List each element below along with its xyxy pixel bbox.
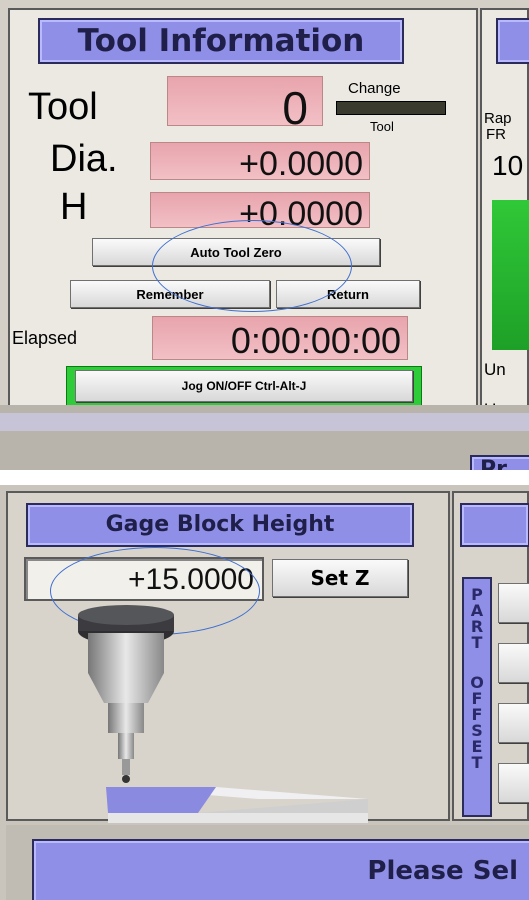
change-tool-label: Tool: [370, 119, 394, 134]
feed-value-partial: 10: [492, 150, 524, 181]
strip-band: [0, 413, 529, 431]
annotation-circle: [152, 220, 352, 312]
feed-bar: [492, 200, 529, 350]
gage-block-frame: Gage Block Height +15.0000 Set Z: [6, 491, 450, 823]
part-offset-vertical-tab: PART OFFSET: [462, 577, 492, 817]
elapsed-label: Elapsed: [12, 328, 78, 348]
tool-info-frame: Tool Information Tool 0 Change Tool Dia.…: [8, 8, 478, 448]
diameter-dro[interactable]: +0.0000: [150, 142, 370, 181]
jog-on-off-button[interactable]: Jog ON/OFF Ctrl-Alt-J: [75, 370, 413, 402]
please-select-banner: Please Sel: [32, 839, 529, 900]
set-z-button[interactable]: Set Z: [272, 559, 408, 597]
vertical-label-offset: OFFSET: [470, 673, 484, 772]
tool-information-panel: Tool Information Tool 0 Change Tool Dia.…: [0, 0, 529, 470]
rapid-label: Rap: [484, 110, 512, 127]
program-title-partial: Pr: [470, 455, 529, 470]
change-label: Change: [348, 80, 401, 97]
fr-label: FR: [486, 126, 506, 143]
lower-strip: Pr: [0, 405, 529, 470]
offset-button-4[interactable]: [498, 763, 529, 803]
tool-number-dro[interactable]: 0: [167, 76, 323, 131]
feedrate-panel-partial: Rap FR 10 Un Un: [480, 8, 529, 419]
banner-area: Please Sel: [6, 825, 529, 900]
part-offset-panel-partial: PART OFFSET: [452, 491, 529, 821]
elapsed-time-dro: 0:00:00:00: [152, 316, 408, 360]
diameter-label: Dia.: [50, 138, 118, 180]
change-tool-led[interactable]: [336, 101, 446, 115]
gage-block-title: Gage Block Height: [26, 503, 414, 547]
offset-button-1[interactable]: [498, 583, 529, 623]
image-divider: [0, 470, 529, 485]
tool-label: Tool: [28, 86, 98, 128]
feedrate-title-partial: [496, 18, 529, 64]
vertical-label-part: PART: [470, 585, 484, 652]
gage-block-panel: Gage Block Height +15.0000 Set Z PART OF…: [0, 485, 529, 900]
offset-button-3[interactable]: [498, 703, 529, 743]
tool-info-title: Tool Information: [38, 18, 404, 64]
height-offset-label: H: [60, 186, 88, 228]
offset-button-2[interactable]: [498, 643, 529, 683]
units-label-1: Un: [484, 360, 506, 379]
part-offset-title-partial: [460, 503, 529, 547]
jog-toggle-frame: Jog ON/OFF Ctrl-Alt-J: [66, 366, 422, 406]
tool-setter-illustration: [78, 605, 368, 823]
